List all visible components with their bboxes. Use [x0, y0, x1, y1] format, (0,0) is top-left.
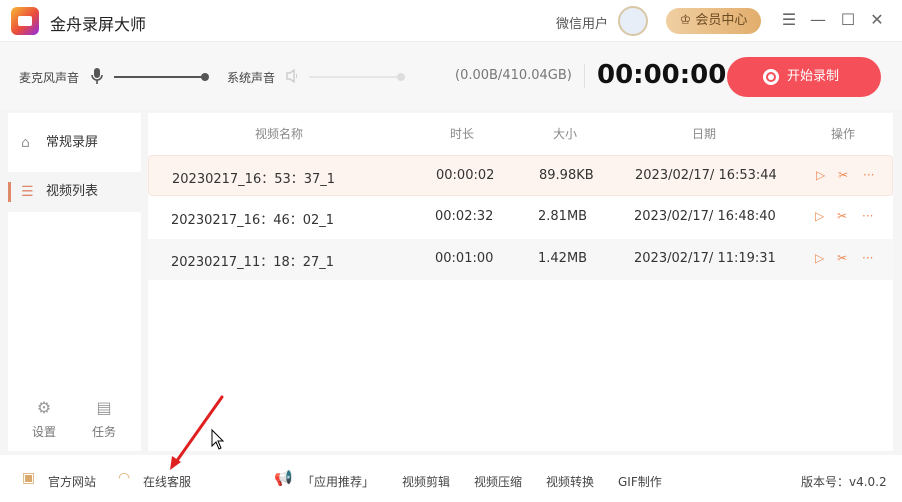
video-compress-link[interactable]: 视频压缩: [474, 473, 522, 490]
mic-label: 麦克风声音: [19, 71, 80, 85]
recording-timer: 00:00:00: [597, 60, 727, 90]
clipboard-icon: ▤: [96, 398, 112, 417]
header-date: 日期: [692, 127, 717, 141]
scissors-icon[interactable]: ✂: [837, 209, 847, 223]
app-title: 金舟录屏大师: [50, 15, 147, 34]
close-button[interactable]: ✕: [867, 10, 887, 30]
gear-icon: ⚙: [36, 398, 52, 417]
user-name[interactable]: 微信用户: [556, 13, 608, 32]
sidebar-item-label: 常规录屏: [46, 135, 99, 150]
video-size: 89.98KB: [539, 168, 594, 183]
header-size: 大小: [553, 127, 578, 141]
megaphone-icon: 📢: [274, 469, 293, 487]
system-sound-label: 系统声音: [227, 71, 276, 85]
video-date: 2023/02/17/ 16:53:44: [635, 168, 777, 183]
app-recommend-label: 「应用推荐」: [302, 475, 375, 489]
play-icon[interactable]: ▷: [815, 209, 824, 223]
mic-volume-slider[interactable]: [114, 76, 204, 78]
header-duration: 时长: [450, 127, 475, 141]
video-size: 2.81MB: [538, 209, 588, 224]
list-icon: ☰: [21, 184, 34, 200]
sidebar-item-label: 视频列表: [46, 184, 99, 199]
settings-label: 设置: [31, 425, 56, 439]
video-duration: 00:02:32: [435, 209, 494, 224]
speaker-icon[interactable]: [285, 68, 301, 84]
menu-icon[interactable]: ☰: [779, 10, 799, 30]
more-icon[interactable]: ···: [863, 168, 874, 182]
footer: ▣ 官方网站 ◠ 在线客服 📢 「应用推荐」 视频剪辑 视频压缩 视频转换 GI…: [0, 455, 902, 502]
official-website-link[interactable]: 官方网站: [48, 473, 96, 490]
table-row[interactable]: 20230217_16：46：02_1 00:02:32 2.81MB 2023…: [148, 197, 893, 238]
video-duration: 00:00:02: [436, 168, 495, 183]
tasks-button[interactable]: ▤ 任务: [84, 398, 124, 440]
settings-button[interactable]: ⚙ 设置: [24, 398, 64, 440]
system-volume-knob[interactable]: [397, 73, 405, 81]
mic-volume-knob[interactable]: [201, 73, 209, 81]
scissors-icon[interactable]: ✂: [838, 168, 848, 182]
more-icon[interactable]: ···: [862, 209, 873, 223]
title-bar: 金舟录屏大师 微信用户 ♔ 会员中心 ☰ — ☐ ✕: [0, 0, 902, 42]
header-actions: 操作: [831, 127, 856, 141]
app-logo: [11, 7, 39, 35]
monitor-icon: ▣: [22, 470, 36, 486]
maximize-button[interactable]: ☐: [838, 10, 858, 30]
scissors-icon[interactable]: ✂: [837, 251, 847, 265]
more-icon[interactable]: ···: [862, 251, 873, 265]
video-name: 20230217_16：46：02_1: [171, 213, 335, 228]
video-convert-link[interactable]: 视频转换: [546, 473, 594, 490]
gif-maker-link[interactable]: GIF制作: [618, 473, 662, 490]
camera-icon: ⌂: [21, 135, 30, 151]
crown-icon: ♔: [679, 13, 696, 28]
tasks-label: 任务: [91, 425, 116, 439]
avatar[interactable]: [618, 6, 648, 36]
video-size: 1.42MB: [538, 251, 588, 266]
minimize-button[interactable]: —: [808, 10, 828, 30]
divider: [584, 64, 585, 88]
play-icon[interactable]: ▷: [816, 168, 825, 182]
microphone-icon[interactable]: [90, 67, 104, 85]
video-duration: 00:01:00: [435, 251, 494, 266]
sidebar-item-video-list[interactable]: ☰ 视频列表: [8, 172, 141, 212]
video-date: 2023/02/17/ 16:48:40: [634, 209, 776, 224]
video-table: 视频名称 时长 大小 日期 操作 20230217_16：53：37_1 00:…: [148, 113, 893, 451]
table-row[interactable]: 20230217_11：18：27_1 00:01:00 1.42MB 2023…: [148, 239, 893, 280]
vip-label: 会员中心: [695, 13, 748, 28]
video-edit-link[interactable]: 视频剪辑: [402, 473, 450, 490]
record-label: 开始录制: [787, 69, 840, 84]
video-name: 20230217_16：53：37_1: [172, 172, 336, 187]
sidebar: ⌂ 常规录屏 ☰ 视频列表 ⚙ 设置 ▤ 任务: [8, 113, 141, 451]
start-recording-button[interactable]: 开始录制: [727, 57, 881, 97]
video-date: 2023/02/17/ 11:19:31: [634, 251, 776, 266]
video-name: 20230217_11：18：27_1: [171, 255, 335, 270]
version-label: 版本号：v4.0.2: [801, 475, 887, 489]
table-row[interactable]: 20230217_16：53：37_1 00:00:02 89.98KB 202…: [148, 155, 893, 196]
vip-center-button[interactable]: ♔ 会员中心: [666, 8, 761, 34]
headset-icon: ◠: [118, 470, 131, 486]
header-name: 视频名称: [255, 127, 304, 141]
record-icon: [763, 69, 779, 85]
sidebar-item-regular-recording[interactable]: ⌂ 常规录屏: [8, 123, 141, 163]
play-icon[interactable]: ▷: [815, 251, 824, 265]
storage-info: (0.00B/410.04GB): [455, 68, 572, 83]
online-support-link[interactable]: 在线客服: [143, 473, 191, 490]
system-volume-slider[interactable]: [309, 76, 401, 78]
